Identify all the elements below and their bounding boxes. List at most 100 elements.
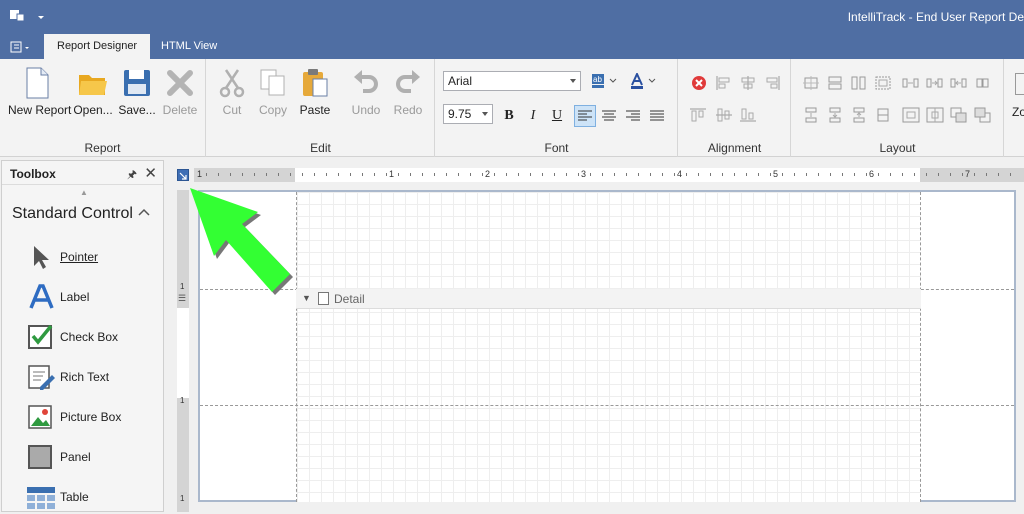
chevron-up-icon[interactable]	[138, 205, 150, 219]
report-page[interactable]: ▼ Detail	[198, 190, 1016, 502]
decrease-vertical-spacing-icon[interactable]	[850, 107, 868, 123]
ruler-tick	[698, 173, 699, 176]
delete-button[interactable]: Delete	[155, 67, 205, 127]
band-resize-handle-icon[interactable]: ☰	[178, 293, 186, 304]
ruler-number: 2	[485, 169, 491, 179]
font-color-button[interactable]	[628, 71, 658, 91]
align-bottoms-icon[interactable]	[739, 107, 757, 123]
toolbox-item-rich-text[interactable]: Rich Text	[26, 361, 156, 393]
size-to-grid-icon[interactable]	[802, 75, 820, 91]
align-right-icon	[626, 110, 640, 121]
ruler-tick	[422, 173, 423, 176]
align-right-button[interactable]	[623, 106, 643, 126]
ruler-tick	[818, 173, 819, 176]
same-size-icon[interactable]	[874, 75, 892, 91]
delete-label: Delete	[162, 103, 198, 117]
bring-to-front-icon[interactable]	[950, 107, 968, 123]
open-button[interactable]: Open...	[68, 67, 118, 127]
remove-vertical-spacing-icon[interactable]	[874, 107, 892, 123]
ruler-tick	[674, 173, 675, 176]
ruler-tick	[662, 173, 663, 176]
paste-button[interactable]: Paste	[290, 67, 340, 127]
decrease-horizontal-spacing-icon[interactable]	[950, 75, 968, 91]
picture-icon	[26, 403, 56, 431]
toolbox-item-check-box[interactable]: Check Box	[26, 321, 156, 353]
scroll-up-icon[interactable]: ▲	[80, 188, 88, 197]
redo-button[interactable]: Redo	[383, 67, 433, 127]
layout-group-label: Layout	[879, 141, 916, 155]
new-report-button[interactable]: New Report	[8, 67, 71, 127]
window-title: IntelliTrack - End User Report De	[847, 10, 1024, 24]
align-lefts-icon[interactable]	[715, 75, 733, 91]
ruler-tick	[638, 173, 639, 176]
band-document-icon	[318, 292, 329, 305]
ruler-number: 1	[180, 494, 185, 503]
ruler-tick	[482, 173, 483, 176]
vertical-spacing-icon[interactable]	[802, 107, 820, 123]
highlight-arrow-icon	[190, 188, 293, 295]
toolbox-item-panel[interactable]: Panel	[26, 441, 156, 473]
italic-button[interactable]: I	[523, 106, 543, 126]
ruler-tick	[866, 173, 867, 176]
zoom-group: Zo	[1005, 59, 1024, 157]
increase-vertical-spacing-icon[interactable]	[826, 107, 844, 123]
edit-group-label: Edit	[310, 141, 331, 155]
toolbox-item-label-control[interactable]: Label	[26, 281, 156, 313]
toolbox-item-table[interactable]: Table	[26, 481, 156, 513]
center-vertically-icon[interactable]	[926, 107, 944, 123]
close-icon[interactable]: ✕	[144, 164, 157, 182]
ruler-tick	[470, 173, 471, 176]
align-centers-icon[interactable]	[739, 75, 757, 91]
clear-alignment-button[interactable]	[689, 73, 709, 93]
center-horizontally-icon[interactable]	[902, 107, 920, 123]
align-middles-icon[interactable]	[715, 107, 733, 123]
design-grid[interactable]	[296, 192, 921, 502]
detail-band-header[interactable]: ▼ Detail	[296, 289, 921, 309]
font-family-select[interactable]: Arial	[443, 71, 581, 91]
app-menu-button[interactable]	[8, 8, 48, 26]
file-menu-icon[interactable]	[10, 40, 32, 54]
ruler-tick	[230, 173, 231, 176]
toolbox-item-pointer[interactable]: Pointer	[26, 241, 156, 273]
align-left-button[interactable]	[574, 105, 596, 127]
align-rights-icon[interactable]	[763, 75, 781, 91]
remove-horizontal-spacing-icon[interactable]	[974, 75, 992, 91]
ruler-tick	[434, 173, 435, 176]
underline-button[interactable]: U	[547, 106, 567, 126]
ruler-tick	[686, 173, 687, 176]
horizontal-spacing-icon[interactable]	[902, 75, 920, 91]
font-size-select[interactable]: 9.75	[443, 104, 493, 124]
highlight-color-button[interactable]: ab	[589, 71, 619, 91]
toolbox-title: Toolbox	[10, 167, 56, 181]
send-to-back-icon[interactable]	[974, 107, 992, 123]
align-center-button[interactable]	[599, 106, 619, 126]
toolbox-item-picture-box[interactable]: Picture Box	[26, 401, 156, 433]
same-width-icon[interactable]	[826, 75, 844, 91]
toolbox-section-title[interactable]: Standard Control	[12, 205, 132, 223]
bold-button[interactable]: B	[499, 106, 519, 126]
report-design-surface: 1 1 2 3 4 5 6 7 1 1 1 ☰ ▼ Detail	[170, 160, 1024, 512]
tab-report-designer[interactable]: Report Designer	[44, 34, 151, 59]
ruler-tick	[554, 173, 555, 176]
ruler-tick	[722, 173, 723, 176]
scissors-icon	[219, 69, 245, 98]
ruler-tick	[206, 173, 207, 176]
same-height-icon[interactable]	[850, 75, 868, 91]
ruler-band-area	[177, 308, 189, 398]
tab-html-view[interactable]: HTML View	[148, 34, 230, 59]
new-document-icon	[26, 67, 49, 99]
ruler-tick	[986, 173, 987, 176]
alignment-group: Alignment	[679, 59, 791, 157]
toolbox-item-label: Panel	[60, 450, 91, 464]
increase-horizontal-spacing-icon[interactable]	[926, 75, 944, 91]
ruler-tick	[926, 173, 927, 176]
folder-icon	[79, 75, 107, 95]
collapse-band-icon[interactable]: ▼	[302, 293, 311, 303]
open-label: Open...	[73, 103, 113, 117]
ruler-tick	[350, 173, 351, 176]
zoom-icon[interactable]	[1015, 73, 1024, 95]
justify-button[interactable]	[647, 106, 667, 126]
ruler-tick	[386, 173, 387, 176]
align-tops-icon[interactable]	[689, 107, 707, 123]
pin-icon[interactable]: 🖈	[127, 166, 137, 185]
